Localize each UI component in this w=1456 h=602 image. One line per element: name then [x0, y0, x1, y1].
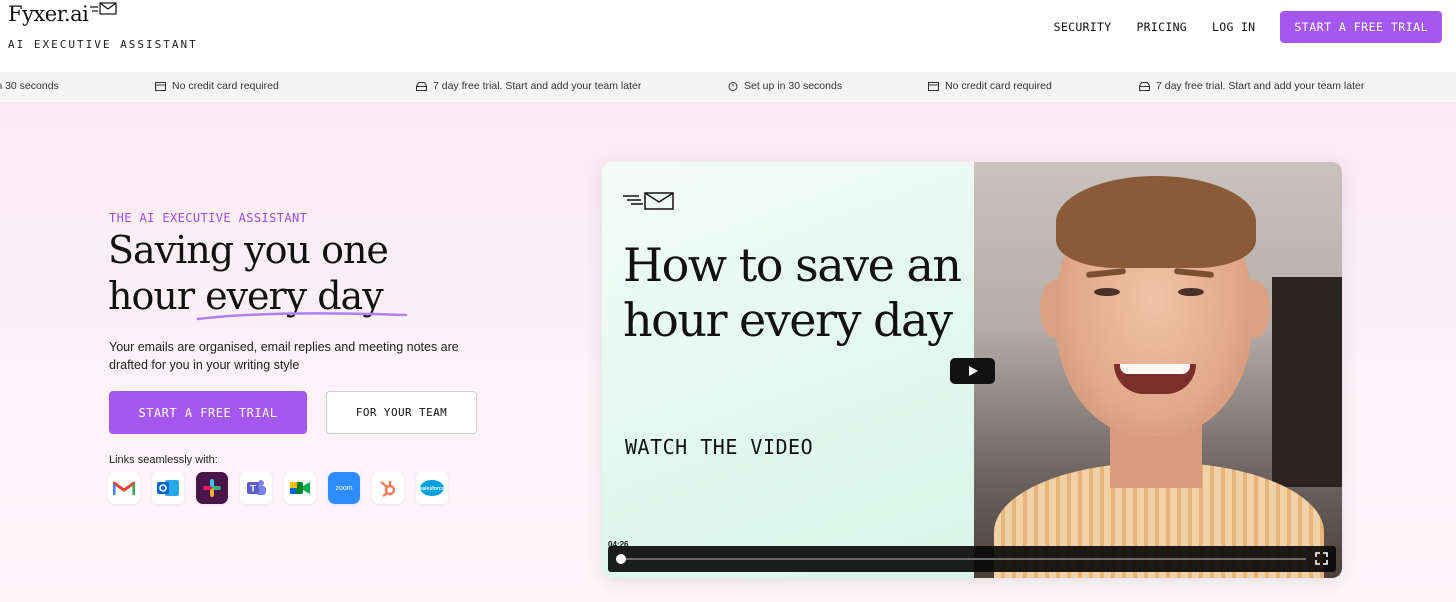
- video-title-card: How to save an hour every day WATCH THE …: [602, 162, 974, 578]
- nav-pricing[interactable]: PRICING: [1136, 20, 1187, 34]
- progress-bar[interactable]: [616, 558, 1306, 560]
- play-button[interactable]: [950, 358, 995, 384]
- ticker-text: No credit card required: [945, 80, 1052, 92]
- zoom-icon: zoom: [328, 472, 360, 504]
- video-controls: [608, 546, 1336, 572]
- timer-icon: [728, 82, 738, 91]
- play-icon: [968, 366, 978, 376]
- credit-card-icon: [928, 81, 939, 91]
- video-presenter-image: [974, 162, 1342, 578]
- nav-log-in[interactable]: LOG IN: [1212, 20, 1255, 34]
- logo[interactable]: Fyxer.ai: [8, 2, 117, 26]
- salesforce-icon: salesforce: [416, 472, 448, 504]
- ticker-text: Set up in 30 seconds: [744, 80, 843, 92]
- ticker-item: in 30 seconds: [0, 72, 59, 99]
- header-free-trial-button[interactable]: START A FREE TRIAL: [1280, 11, 1442, 43]
- ticker-item: No credit card required: [928, 72, 1052, 99]
- hero-section: THE AI EXECUTIVE ASSISTANT Saving you on…: [0, 101, 1456, 602]
- ticker-item: No credit card required: [155, 72, 279, 99]
- ticker-text: 7 day free trial. Start and add your tea…: [433, 80, 642, 92]
- inbox-icon: [1139, 81, 1150, 91]
- ticker-item: Set up in 30 seconds: [728, 72, 843, 99]
- logo-wordmark: Fyxer.ai: [8, 2, 89, 26]
- teams-icon: T: [240, 472, 272, 504]
- headline-hour: hour: [108, 274, 206, 318]
- ticker-text: 7 day free trial. Start and add your tea…: [1156, 80, 1365, 92]
- hero-headline: Saving you one hour every day: [108, 227, 389, 319]
- headline-line-1: Saving you one: [108, 228, 389, 272]
- video-watch-label: WATCH THE VIDEO: [625, 435, 814, 459]
- progress-handle[interactable]: [616, 554, 626, 564]
- headline-underline-swash: [196, 312, 408, 321]
- google-meet-icon: [284, 472, 316, 504]
- credit-card-icon: [155, 81, 166, 91]
- hubspot-icon: [372, 472, 404, 504]
- video-player[interactable]: How to save an hour every day WATCH THE …: [602, 162, 1342, 578]
- nav-security[interactable]: SECURITY: [1054, 20, 1112, 34]
- ticker-item: 7 day free trial. Start and add your tea…: [1139, 72, 1365, 99]
- fullscreen-icon[interactable]: [1315, 552, 1328, 565]
- top-nav: SECURITY PRICING LOG IN START A FREE TRI…: [1054, 11, 1442, 43]
- integrations-label: Links seamlessly with:: [109, 454, 218, 466]
- envelope-icon: [90, 2, 117, 15]
- integrations-list: T zoom salesforce: [108, 472, 460, 504]
- inbox-icon: [416, 81, 427, 91]
- hero-eyebrow: THE AI EXECUTIVE ASSISTANT: [109, 211, 308, 225]
- site-header: Fyxer.ai AI EXECUTIVE ASSISTANT SECURITY…: [0, 0, 1456, 72]
- hero-subtext: Your emails are organised, email replies…: [109, 340, 459, 372]
- benefits-ticker: in 30 seconds No credit card required 7 …: [0, 72, 1456, 100]
- ticker-text: No credit card required: [172, 80, 279, 92]
- ticker-text: in 30 seconds: [0, 80, 59, 92]
- video-title: How to save an hour every day: [623, 238, 962, 347]
- svg-text:T: T: [250, 484, 256, 494]
- ticker-item: 7 day free trial. Start and add your tea…: [416, 72, 642, 99]
- slack-icon: [196, 472, 228, 504]
- gmail-icon: [108, 472, 140, 504]
- outlook-icon: [152, 472, 184, 504]
- hero-free-trial-button[interactable]: START A FREE TRIAL: [109, 391, 307, 434]
- logo-tagline: AI EXECUTIVE ASSISTANT: [8, 38, 198, 51]
- svg-text:salesforce: salesforce: [420, 486, 445, 492]
- for-your-team-button[interactable]: FOR YOUR TEAM: [326, 391, 477, 434]
- envelope-icon: [623, 192, 674, 210]
